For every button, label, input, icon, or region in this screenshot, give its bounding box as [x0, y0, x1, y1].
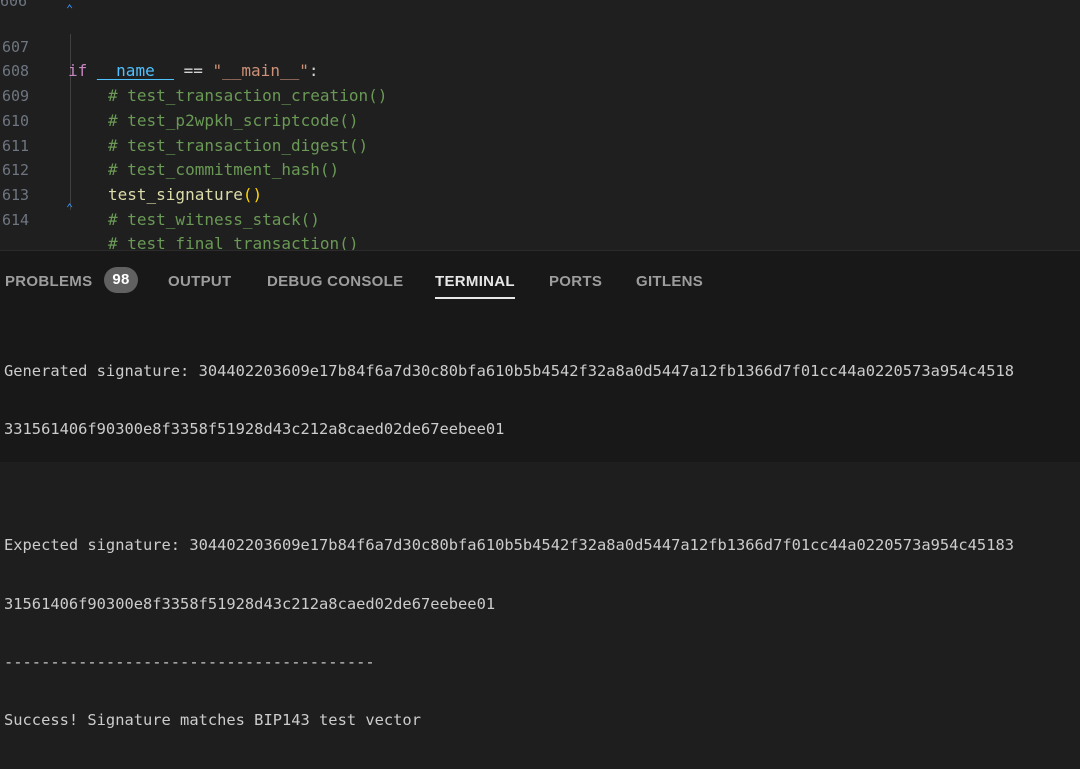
tab-debug-console[interactable]: DEBUG CONSOLE: [267, 273, 403, 301]
code-line[interactable]: 607 if __name__ == "__main__":: [0, 10, 1080, 81]
tab-ports[interactable]: PORTS: [549, 273, 602, 301]
tab-gitlens[interactable]: GITLENS: [636, 273, 703, 301]
fold-indicator-icon[interactable]: ⌃: [66, 202, 73, 214]
tab-label: TERMINAL: [435, 273, 515, 290]
code-line[interactable]: 612 test_signature(): [0, 134, 1080, 204]
line-number: 614: [2, 210, 30, 229]
terminal-line: Expected signature: 304402203609e17b84f6…: [4, 536, 1014, 555]
terminal-line: ----------------------------------------: [4, 652, 375, 671]
comment-text: # test_witness_stack(): [108, 209, 320, 229]
bottom-panel: PROBLEMS 98 OUTPUT DEBUG CONSOLE TERMINA…: [0, 250, 1080, 729]
code-line[interactable]: 614 # test_final_transaction(): [0, 183, 1080, 250]
terminal-line: Generated signature: 304402203609e17b84f…: [4, 361, 1014, 380]
comment-text: # test_final_transaction(): [108, 234, 359, 250]
tab-label: PORTS: [549, 273, 603, 290]
line-number-partial: 606: [0, 0, 28, 10]
terminal-output[interactable]: Generated signature: 304402203609e17b84f…: [4, 323, 1080, 769]
tab-terminal[interactable]: TERMINAL: [435, 273, 515, 301]
code-line[interactable]: 613 # test_witness_stack(): [0, 158, 1080, 229]
tab-label: OUTPUT: [168, 273, 232, 290]
tab-problems[interactable]: PROBLEMS: [5, 273, 92, 301]
terminal-line: 31561406f90300e8f3358f51928d43c212a8caed…: [4, 594, 496, 613]
code-line[interactable]: 611 # test_commitment_hash(): [0, 109, 1080, 180]
code-editor[interactable]: 606 ⌃ 607 if __name__ == "__main__": 608…: [0, 0, 1080, 250]
terminal-line: 331561406f90300e8f3358f51928d43c212a8cae…: [4, 420, 505, 439]
code-line[interactable]: 609 # test_p2wpkh_scriptcode(): [0, 59, 1080, 130]
panel-tab-bar: PROBLEMS 98 OUTPUT DEBUG CONSOLE TERMINA…: [0, 263, 1080, 303]
problems-count-badge: 98: [104, 267, 138, 293]
code-line[interactable]: 610 # test_transaction_digest(): [0, 84, 1080, 155]
tab-output[interactable]: OUTPUT: [168, 273, 231, 301]
active-tab-indicator: [435, 297, 515, 299]
tab-label: PROBLEMS: [5, 273, 93, 290]
tab-label: GITLENS: [636, 273, 704, 290]
tab-label: DEBUG CONSOLE: [267, 273, 404, 290]
code-line[interactable]: 608 # test_transaction_creation(): [0, 35, 1080, 105]
terminal-line: Success! Signature matches BIP143 test v…: [4, 711, 421, 730]
